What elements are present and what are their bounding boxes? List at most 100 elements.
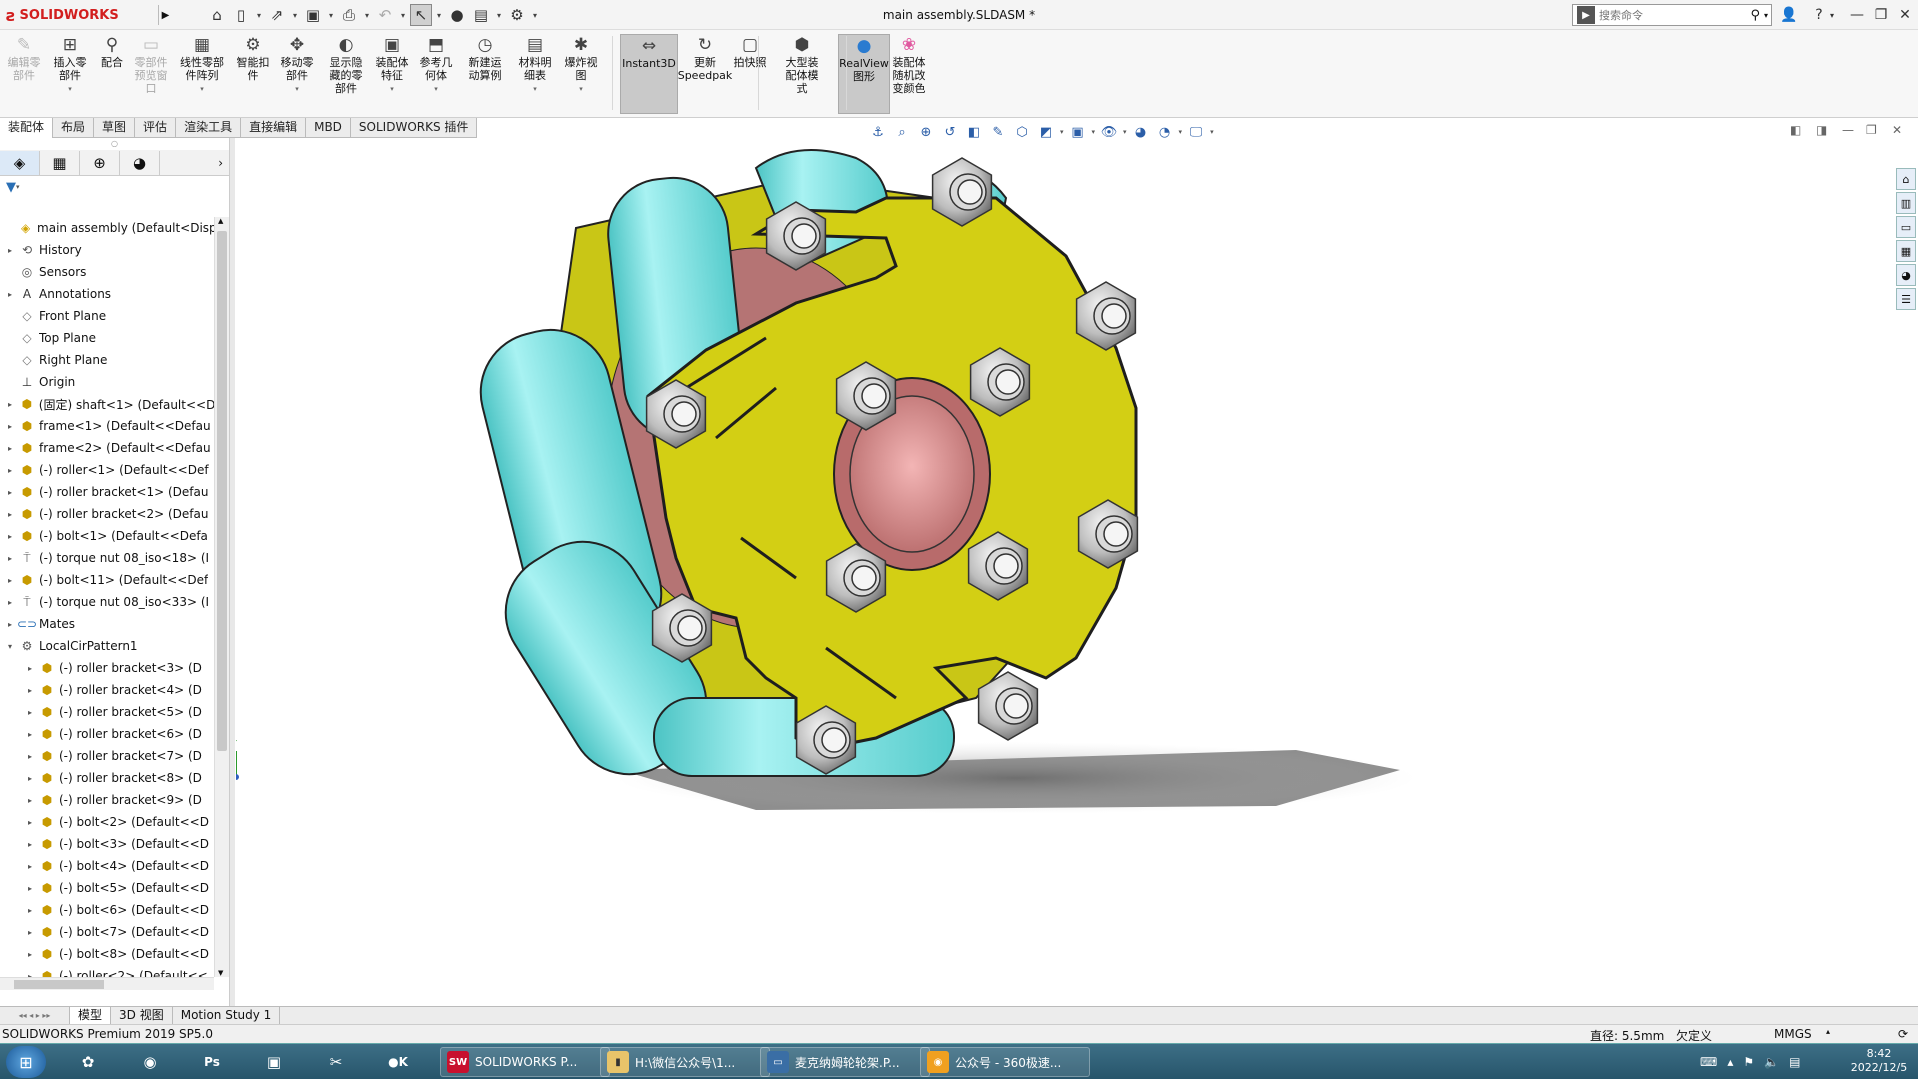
tree-item[interactable]: ▸ ⬢ (-) bolt<11> (Default<<Def [0, 569, 214, 591]
search-icon[interactable]: ⚲ [1750, 8, 1760, 23]
filter-dropdown-icon[interactable]: ▾ [16, 183, 20, 191]
taskbar-window-button[interactable]: SW SOLIDWORKS P... [440, 1047, 610, 1077]
tree-item[interactable]: ▸ ⟲ History [0, 239, 214, 261]
command-tab[interactable]: 布局 [53, 118, 95, 138]
tree-item[interactable]: ▸ ⬢ (-) bolt<3> (Default<<D [0, 833, 214, 855]
ribbon-large-assembly-mode-button[interactable]: ⬢ 大型装 配体模式 [778, 34, 826, 114]
tree-item[interactable]: ▸ A Annotations [0, 283, 214, 305]
graphics-area[interactable]: Y Z [236, 138, 1892, 1006]
tree-expand-icon[interactable]: ▾ [4, 642, 16, 651]
tree-item[interactable]: ▸ ⬢ (-) roller bracket<1> (Defau [0, 481, 214, 503]
view-palette-icon[interactable]: ▦ [1896, 240, 1916, 262]
bottom-tab[interactable]: Motion Study 1 [173, 1007, 281, 1024]
tree-expand-icon[interactable]: ▸ [24, 774, 36, 783]
viewport-restore-icon[interactable]: ❐ [1866, 123, 1877, 137]
home-icon[interactable]: ⌂ [206, 4, 228, 26]
tree-item[interactable]: ▸ ⬢ frame<2> (Default<<Defau [0, 437, 214, 459]
tree-expand-icon[interactable]: ▸ [24, 862, 36, 871]
ribbon-move-component-button[interactable]: ✥ 移动零 部件 ▾ [274, 34, 320, 114]
tree-expand-icon[interactable]: ▸ [4, 466, 16, 475]
display-pane-dropdown-icon[interactable]: ▾ [1210, 128, 1214, 136]
pinned-app-1-icon[interactable]: ✿ [62, 1047, 114, 1077]
scroll-thumb[interactable] [217, 231, 227, 751]
custom-properties-icon[interactable]: ☰ [1896, 288, 1916, 310]
volume-icon[interactable]: 🔈 [1764, 1055, 1779, 1069]
file-properties-icon[interactable]: ▤ [470, 4, 492, 26]
new-document-icon[interactable]: ▯ [230, 4, 252, 26]
select-dropdown-icon[interactable]: ▾ [434, 11, 444, 20]
rebuild-icon[interactable]: ● [446, 4, 468, 26]
tree-item[interactable]: ▸ ⬢ (-) roller bracket<6> (D [0, 723, 214, 745]
file-explorer-icon[interactable]: ▭ [1896, 216, 1916, 238]
system-clock[interactable]: 8:42 2022/12/5 [1846, 1047, 1912, 1075]
undo-dropdown-icon[interactable]: ▾ [398, 11, 408, 20]
tree-item[interactable]: ▸ ⬢ (-) roller bracket<5> (D [0, 701, 214, 723]
tree-item[interactable]: ▸ ⬢ (-) roller<2> (Default<< [0, 965, 214, 977]
tree-expand-icon[interactable]: ▸ [24, 928, 36, 937]
minimize-icon[interactable]: — [1846, 4, 1868, 26]
tree-item[interactable]: ◇ Right Plane [0, 349, 214, 371]
tree-expand-icon[interactable]: ▸ [4, 532, 16, 541]
scroll-down-icon[interactable]: ▼ [218, 969, 223, 977]
tree-vertical-scrollbar[interactable]: ▲ ▼ [214, 217, 229, 977]
assembly-features-dropdown-icon[interactable]: ▾ [390, 83, 394, 96]
tree-item[interactable]: ▸ ⬢ (-) bolt<4> (Default<<D [0, 855, 214, 877]
exploded-view-dropdown-icon[interactable]: ▾ [579, 83, 583, 96]
help-dropdown-icon[interactable]: ▾ [1826, 4, 1838, 26]
tree-expand-icon[interactable]: ▸ [4, 290, 16, 299]
keyboard-icon[interactable]: ⌨ [1700, 1055, 1717, 1069]
property-manager-tab-icon[interactable]: ▦ [40, 150, 80, 175]
tree-item[interactable]: ▸ ⬢ (-) bolt<8> (Default<<D [0, 943, 214, 965]
command-tab[interactable]: 渲染工具 [176, 118, 242, 138]
configuration-manager-tab-icon[interactable]: ⊕ [80, 150, 120, 175]
ribbon-take-snapshot-button[interactable]: ▢ 拍快照 [728, 34, 772, 114]
command-tab[interactable]: 装配体 [0, 118, 54, 138]
tree-horizontal-scrollbar[interactable] [0, 977, 214, 990]
show-hidden-icons-icon[interactable]: ▴ [1727, 1055, 1733, 1069]
taskbar-window-button[interactable]: ▮ H:\微信公众号\1... [600, 1047, 770, 1077]
tree-item[interactable]: ▸ ⬢ (-) roller bracket<7> (D [0, 745, 214, 767]
tree-expand-icon[interactable]: ▸ [24, 686, 36, 695]
pinned-app-2-icon[interactable]: ▣ [248, 1047, 300, 1077]
search-dropdown-icon[interactable]: ▾ [1764, 11, 1768, 20]
ribbon-exploded-view-button[interactable]: ✱ 爆炸视图 ▾ [560, 34, 602, 114]
unit-system-dropdown-icon[interactable]: ▴ [1826, 1027, 1830, 1036]
ribbon-edit-component-button[interactable]: ✎ 编辑零 部件 [4, 34, 44, 114]
tree-item[interactable]: ◎ Sensors [0, 261, 214, 283]
hide-show-dropdown-icon[interactable]: ▾ [1092, 128, 1096, 136]
tree-item[interactable]: ▾ ⚙ LocalCirPattern1 [0, 635, 214, 657]
tree-item[interactable]: ▸ ⬢ frame<1> (Default<<Defau [0, 415, 214, 437]
tab-nav-arrows-icon[interactable]: ◂◂ ◂ ▸ ▸▸ [0, 1007, 70, 1024]
feature-manager-tab-icon[interactable]: ◈ [0, 150, 40, 175]
move-component-dropdown-icon[interactable]: ▾ [295, 83, 299, 96]
tree-filter[interactable]: ▼ ▾ [0, 176, 229, 198]
command-tab[interactable]: 草图 [94, 118, 136, 138]
ribbon-show-hidden-button[interactable]: ◐ 显示隐 藏的零 部件 [324, 34, 368, 114]
display-manager-tab-icon[interactable]: ◕ [120, 150, 160, 175]
tree-expand-icon[interactable]: ▸ [4, 510, 16, 519]
tree-item[interactable]: ▸ ⬢ (-) roller bracket<9> (D [0, 789, 214, 811]
view-settings-dropdown-icon[interactable]: ▾ [1179, 128, 1183, 136]
search-box[interactable]: ▶ ⚲ ▾ [1572, 4, 1772, 26]
ribbon-insert-component-button[interactable]: ⊞ 插入零 部件 ▾ [48, 34, 92, 114]
ribbon-component-preview-button[interactable]: ▭ 零部件 预览窗口 [130, 34, 172, 114]
tree-item[interactable]: ▸ ⬢ (-) bolt<1> (Default<<Defa [0, 525, 214, 547]
print-dropdown-icon[interactable]: ▾ [362, 11, 372, 20]
tree-expand-icon[interactable]: ▸ [4, 488, 16, 497]
tree-expand-icon[interactable]: ▸ [24, 664, 36, 673]
properties-dropdown-icon[interactable]: ▾ [494, 11, 504, 20]
tree-expand-icon[interactable]: ▸ [4, 576, 16, 585]
viewport-tile-left-icon[interactable]: ◧ [1790, 123, 1801, 137]
ribbon-new-motion-study-button[interactable]: ◷ 新建运 动算例 [462, 34, 508, 114]
tree-expand-icon[interactable]: ▸ [4, 400, 16, 409]
search-mode-icon[interactable]: ▶ [1577, 6, 1595, 24]
panel-grip-icon[interactable]: ○ [0, 138, 229, 150]
tree-item[interactable]: ◇ Top Plane [0, 327, 214, 349]
tree-expand-icon[interactable]: ▸ [24, 884, 36, 893]
reference-geometry-dropdown-icon[interactable]: ▾ [434, 83, 438, 96]
ribbon-mate-button[interactable]: ⚲ 配合 [96, 34, 128, 114]
ribbon-linear-pattern-button[interactable]: ▦ 线性零部 件阵列 ▾ [176, 34, 228, 114]
open-dropdown-icon[interactable]: ▾ [290, 11, 300, 20]
pinned-browser-icon[interactable]: ◉ [124, 1047, 176, 1077]
select-pointer-icon[interactable]: ↖ [410, 4, 432, 26]
